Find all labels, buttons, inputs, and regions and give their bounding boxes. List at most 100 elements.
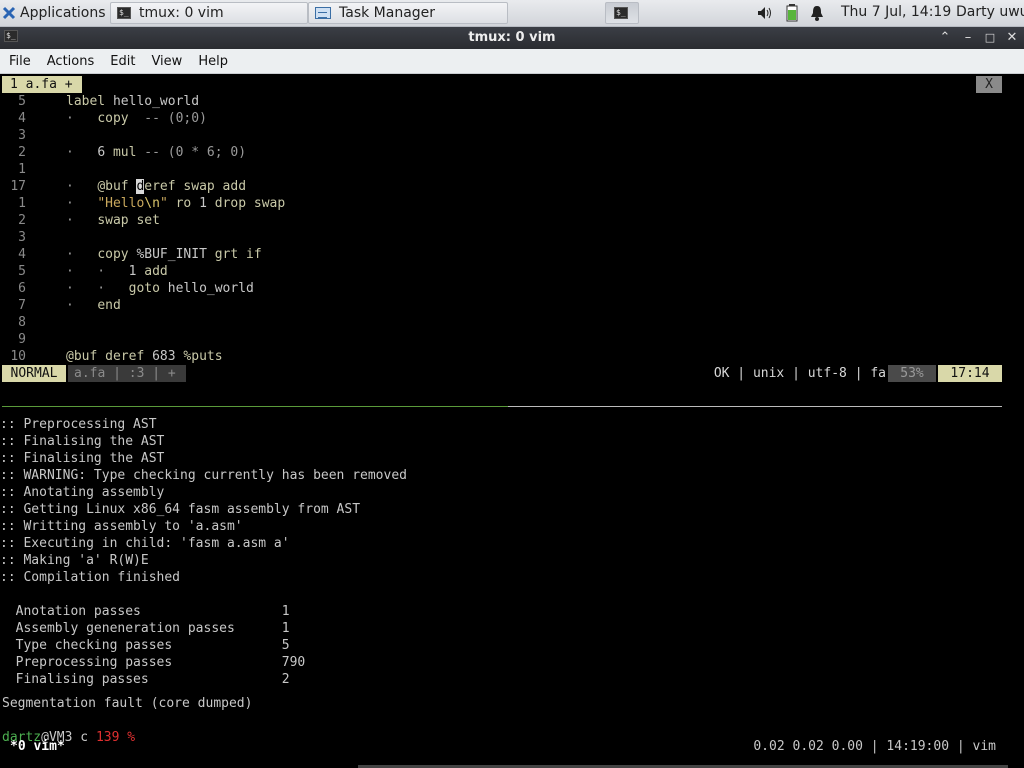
output-line: :: Finalising the AST <box>0 434 165 449</box>
vim-file-info: a.fa | :3 | + <box>68 365 186 382</box>
task-tmux[interactable]: $_ tmux: 0 vim <box>110 2 308 24</box>
line-number: 10 <box>10 349 26 364</box>
task-task-manager[interactable]: Task Manager <box>308 2 508 24</box>
code-token: swap set <box>97 213 160 228</box>
code-token: add <box>144 264 168 279</box>
minimize-icon[interactable]: – <box>959 29 977 47</box>
code-token: 1 <box>199 196 215 211</box>
tmux-statusbar: *0 vim* 0.02 0.02 0.00 | 14:19:00 | vim <box>0 738 1024 755</box>
line-number: 5 <box>18 94 26 109</box>
scrollbar[interactable] <box>1002 74 1024 400</box>
user-menu[interactable]: Darty uwu <box>956 4 1024 20</box>
output-line: Type checking passes 5 <box>0 638 290 653</box>
close-icon[interactable]: ✕ <box>1003 29 1021 47</box>
vim-line[interactable]: 5 · · 1 add <box>0 263 1000 280</box>
menu-view[interactable]: View <box>142 54 189 69</box>
vim-line[interactable]: 6 · · goto hello_world <box>0 280 1000 297</box>
code-token: %puts <box>183 349 223 364</box>
vim-tab[interactable]: 1 a.fa + <box>2 76 82 93</box>
code-token: grt if <box>214 247 262 262</box>
vim-tabline: 1 a.fa + X <box>0 76 1024 93</box>
code-token: deref <box>105 349 153 364</box>
vim-line[interactable]: 3 <box>0 229 1000 246</box>
vim-cursor-position: 17:14 <box>938 365 1002 382</box>
vim-line[interactable]: 2 · swap set <box>0 212 1000 229</box>
vim-line[interactable]: 4 · copy -- (0;0) <box>0 110 1000 127</box>
output-line: :: Preprocessing AST <box>0 417 157 432</box>
line-number: 2 <box>18 145 26 160</box>
tmux-status-right: 0.02 0.02 0.00 | 14:19:00 | vim <box>753 739 996 754</box>
vim-line[interactable]: 8 <box>0 314 1000 331</box>
code-token: · · <box>66 281 129 296</box>
task-manager-icon <box>315 7 331 19</box>
vim-line[interactable]: 2 · 6 mul -- (0 * 6; 0) <box>0 144 1000 161</box>
line-code: · · goto hello_world <box>66 280 254 297</box>
line-code: · · 1 add <box>66 263 168 280</box>
vim-tab-close[interactable]: X <box>976 76 1002 93</box>
vim-line[interactable]: 4 · copy %BUF_INIT grt if <box>0 246 1000 263</box>
line-number: 2 <box>18 213 26 228</box>
code-token: 683 <box>152 349 184 364</box>
window-titlebar[interactable]: $_ tmux: 0 vim ⌃ – □ ✕ <box>0 27 1024 49</box>
vim-line[interactable]: 1 · "Hello\n" ro 1 drop swap <box>0 195 1000 212</box>
line-code: · 6 mul -- (0 * 6; 0) <box>66 144 246 161</box>
code-token: " <box>159 196 176 211</box>
menu-help[interactable]: Help <box>189 54 235 69</box>
code-token: hello_world <box>112 94 200 109</box>
code-token: label <box>66 94 113 109</box>
line-code: · swap set <box>66 212 160 229</box>
menubar: File Actions Edit View Help <box>0 49 1024 74</box>
output-line: :: Writting assembly to 'a.asm' <box>0 519 243 534</box>
task-label: tmux: 0 vim <box>139 5 224 21</box>
line-code: · "Hello\n" ro 1 drop swap <box>66 195 285 212</box>
menu-file[interactable]: File <box>0 54 38 69</box>
code-token: · · <box>66 264 129 279</box>
volume-icon[interactable] <box>757 6 773 20</box>
code-token: copy <box>97 247 137 262</box>
code-token: copy <box>97 111 145 126</box>
battery-icon[interactable] <box>786 4 798 22</box>
vim-percent: 53% <box>888 365 936 382</box>
line-number: 17 <box>10 179 26 194</box>
tmux-window-tab[interactable]: *0 vim* <box>10 738 65 755</box>
menu-edit[interactable]: Edit <box>101 54 142 69</box>
code-token: · <box>66 247 98 262</box>
vim-line[interactable]: 10 @buf deref 683 %puts <box>0 348 1000 365</box>
vim-line[interactable]: 1 <box>0 161 1000 178</box>
pane-divider[interactable] <box>2 406 1002 407</box>
vim-line[interactable]: 9 <box>0 331 1000 348</box>
output-line: :: Getting Linux x86_64 fasm assembly fr… <box>0 502 361 517</box>
vim-line[interactable]: 3 <box>0 127 1000 144</box>
code-token: @buf <box>66 349 106 364</box>
code-token: drop swap <box>214 196 286 211</box>
line-code: · copy -- (0;0) <box>66 110 207 127</box>
output-line: :: Executing in child: 'fasm a.asm a' <box>0 536 290 551</box>
output-line: :: Compilation finished <box>0 570 181 585</box>
workspace-switcher[interactable]: $_ <box>605 2 639 24</box>
clock[interactable]: Thu 7 Jul, 14:19 <box>841 4 951 20</box>
code-token: -- (0 * 6; 0) <box>144 145 247 160</box>
vim-line[interactable]: 7 · end <box>0 297 1000 314</box>
vim-line[interactable]: 17 · @buf deref swap add <box>0 178 1000 195</box>
line-code: · copy %BUF_INIT grt if <box>66 246 262 263</box>
code-token: · <box>66 213 98 228</box>
menu-actions[interactable]: Actions <box>38 54 102 69</box>
maximize-all-icon[interactable]: ⌃ <box>936 29 954 47</box>
vim-file-format: OK | unix | utf-8 | fa <box>713 366 886 381</box>
line-code: label hello_world <box>66 93 199 110</box>
applications-menu[interactable]: Applications <box>2 2 106 24</box>
segfault-message: Segmentation fault (core dumped) <box>2 696 253 711</box>
vim-line[interactable]: 5 label hello_world <box>0 93 1000 110</box>
active-pane-indicator <box>2 406 508 407</box>
code-token: ro <box>175 196 200 211</box>
output-line: Finalising passes 2 <box>0 672 290 687</box>
maximize-icon[interactable]: □ <box>981 29 999 47</box>
code-token: end <box>97 298 121 313</box>
notification-bell-icon[interactable] <box>810 5 824 21</box>
top-panel: Applications $_ tmux: 0 vim Task Manager… <box>0 0 1024 27</box>
line-number: 9 <box>18 332 26 347</box>
line-number: 3 <box>18 230 26 245</box>
output-line: Preprocessing passes 790 <box>0 655 306 670</box>
code-token: \n <box>144 196 160 211</box>
terminal[interactable]: 1 a.fa + X 5 label hello_world 4 · copy -- … <box>0 74 1024 768</box>
